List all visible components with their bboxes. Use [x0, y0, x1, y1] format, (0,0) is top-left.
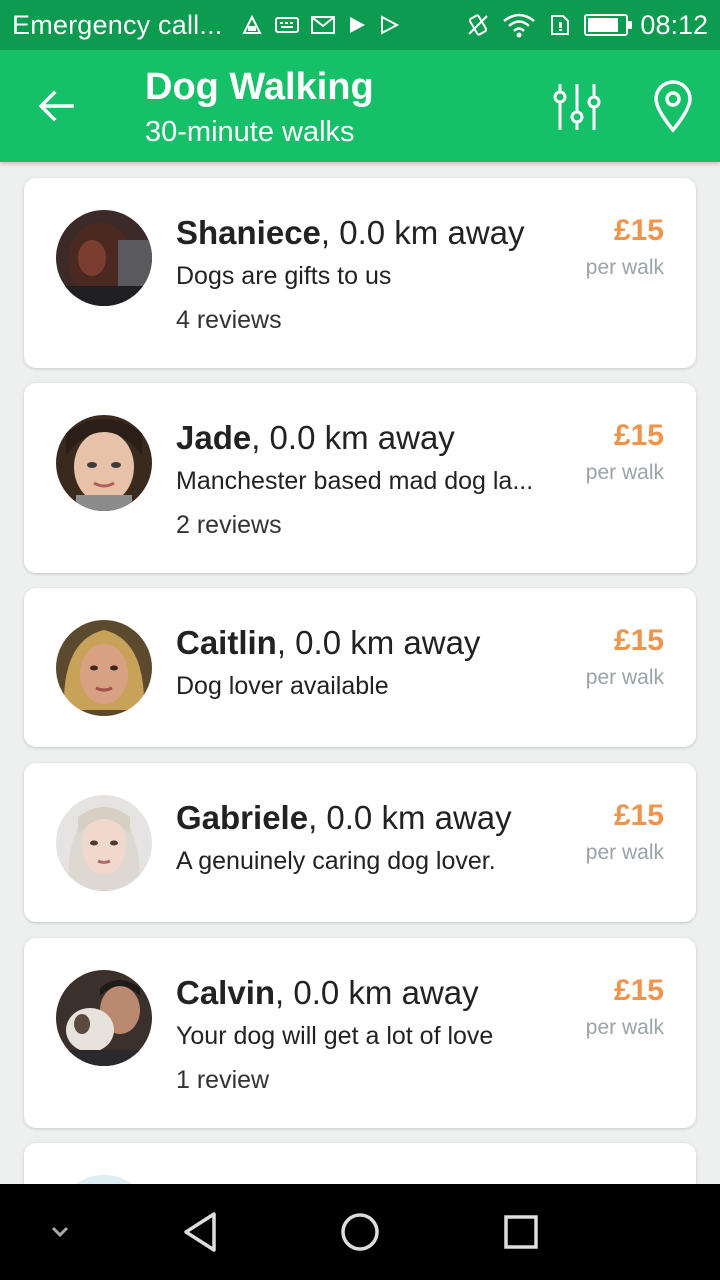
walker-card[interactable]: Shaniece, 0.0 km away Dogs are gifts to …: [24, 178, 696, 368]
walker-name-line: Calvin, 0.0 km away: [176, 974, 479, 1012]
walker-distance: , 0.0 km away: [275, 974, 479, 1011]
walker-distance: , 0.0 km away: [320, 214, 525, 251]
map-pin-icon: [654, 80, 692, 133]
walker-card[interactable]: [24, 1143, 696, 1184]
page-subtitle: 30-minute walks: [145, 116, 355, 148]
avatar: [56, 210, 152, 306]
recents-nav-button[interactable]: [497, 1208, 545, 1256]
walker-reviews: 4 reviews: [176, 306, 282, 334]
carrier-label: Emergency call...: [12, 9, 223, 40]
sliders-icon: [553, 84, 601, 130]
walker-card[interactable]: Calvin, 0.0 km away Your dog will get a …: [24, 938, 696, 1128]
walker-price: £15: [613, 974, 664, 1007]
status-bar: Emergency call... 08:12: [0, 0, 720, 50]
walker-price: £15: [613, 214, 664, 247]
walker-name: Caitlin: [176, 624, 277, 661]
clock: 08:12: [640, 9, 708, 40]
hide-nav-button[interactable]: [36, 1208, 84, 1256]
notification-icons: [240, 13, 400, 37]
walker-bio: Manchester based mad dog la...: [176, 467, 534, 495]
walker-distance: , 0.0 km away: [276, 624, 481, 661]
walker-distance: , 0.0 km away: [251, 419, 455, 456]
price-unit: per walk: [585, 841, 664, 864]
walker-reviews: 2 reviews: [176, 511, 282, 539]
system-nav-bar: [0, 1184, 720, 1280]
home-circle-icon: [341, 1213, 379, 1251]
walker-price: £15: [613, 419, 664, 452]
battery-icon: [584, 14, 633, 36]
walker-name-line: Jade, 0.0 km away: [176, 419, 455, 457]
sim-icon: [551, 15, 570, 35]
price-unit: per walk: [585, 256, 664, 279]
wifi-icon: [503, 13, 536, 38]
arrow-left-icon: [38, 90, 74, 122]
play-store-outline-icon: [381, 15, 400, 35]
keyboard-icon: [275, 17, 300, 33]
alarm-icon: [242, 14, 263, 34]
gmail-icon: [311, 16, 336, 34]
walker-name: Gabriele: [176, 799, 309, 836]
avatar: [56, 795, 152, 891]
chevron-down-icon: [51, 1226, 69, 1238]
back-triangle-icon: [184, 1212, 216, 1252]
walker-list: Shaniece, 0.0 km away Dogs are gifts to …: [0, 162, 720, 1184]
walker-reviews: 1 review: [176, 1066, 270, 1094]
walker-bio: A genuinely caring dog lover.: [176, 847, 496, 875]
play-store-icon: [350, 17, 366, 33]
walker-bio: Dog lover available: [176, 672, 389, 700]
status-right-icons: 08:12: [466, 10, 708, 41]
walker-distance: , 0.0 km away: [308, 799, 512, 836]
walker-name: Calvin: [176, 974, 276, 1011]
walker-name-line: Caitlin, 0.0 km away: [176, 624, 480, 662]
recents-square-icon: [504, 1215, 538, 1249]
price-unit: per walk: [585, 666, 664, 689]
walker-price: £15: [613, 799, 664, 832]
vibrate-icon: [468, 14, 489, 36]
back-nav-button[interactable]: [176, 1208, 224, 1256]
avatar: [56, 1175, 152, 1184]
home-nav-button[interactable]: [336, 1208, 384, 1256]
walker-card[interactable]: Jade, 0.0 km away Manchester based mad d…: [24, 383, 696, 573]
avatar: [56, 415, 152, 511]
filter-button[interactable]: [550, 80, 604, 134]
walker-name: Jade: [176, 419, 252, 456]
location-button[interactable]: [648, 80, 698, 134]
app-bar: Dog Walking 30-minute walks: [0, 50, 720, 162]
walker-card[interactable]: Caitlin, 0.0 km away Dog lover available…: [24, 588, 696, 747]
price-unit: per walk: [585, 461, 664, 484]
price-unit: per walk: [585, 1016, 664, 1039]
walker-name-line: Shaniece, 0.0 km away: [176, 214, 525, 252]
back-button[interactable]: [34, 84, 78, 128]
walker-card[interactable]: Gabriele, 0.0 km away A genuinely caring…: [24, 763, 696, 922]
walker-bio: Dogs are gifts to us: [176, 262, 392, 290]
avatar: [56, 620, 152, 716]
walker-bio: Your dog will get a lot of love: [176, 1022, 494, 1050]
page-title: Dog Walking: [145, 66, 374, 108]
walker-name: Shaniece: [176, 214, 321, 251]
avatar: [56, 970, 152, 1066]
walker-name-line: Gabriele, 0.0 km away: [176, 799, 512, 837]
walker-price: £15: [613, 624, 664, 657]
